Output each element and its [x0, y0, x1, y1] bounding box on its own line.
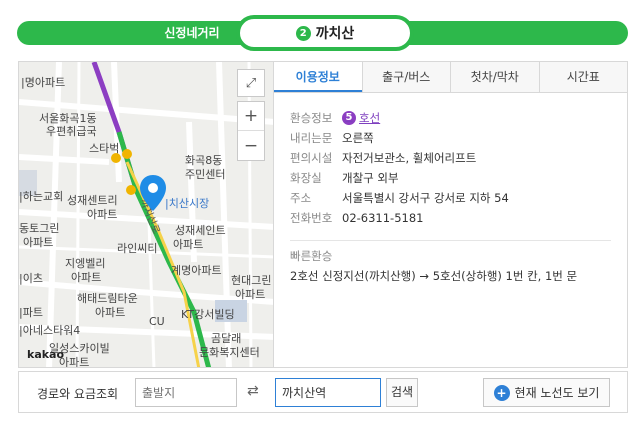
map-label-lines-city: 라인씨티: [117, 242, 158, 255]
minus-icon: −: [243, 135, 259, 156]
map-label-seongjae-1: 성재센트리: [67, 194, 118, 207]
phone-key: 전화번호: [290, 211, 333, 225]
swap-arrows-icon[interactable]: ⇄: [247, 383, 259, 399]
station-info-panel: 이용정보 출구/버스 첫차/막차 시간표 환승정보 5 호선 내리는문 오른쪽 …: [274, 61, 628, 368]
zoom-out-button[interactable]: −: [238, 131, 264, 160]
facility-value: 자전거보관소, 휠체어리프트: [342, 151, 477, 165]
info-tabs: 이용정보 출구/버스 첫차/막차 시간표: [274, 62, 627, 93]
info-row-phone: 전화번호 02-6311-5181: [290, 208, 509, 228]
current-station-name: 까치산: [315, 26, 355, 42]
map-label-dongtown-1: 동토그린: [19, 222, 60, 235]
map-label-haedam-1: 해태드림타운: [77, 292, 138, 305]
phone-value: 02-6311-5181: [342, 211, 424, 225]
info-row-facility: 편의시설 자전거보관소, 휠체어리프트: [290, 148, 509, 168]
map-label-cu: CU: [149, 315, 165, 328]
route-search-bar: 경로와 요금조회 ⇄ 검색 + 현재 노선도 보기: [18, 371, 628, 413]
map-zoom-controls: + −: [237, 101, 265, 161]
map-label-seongjae-2: 아파트: [87, 208, 118, 221]
view-route-map-label: 현재 노선도 보기: [514, 386, 600, 400]
line-2-badge: 2: [295, 25, 311, 41]
map-label-apt1: |명아파트: [21, 76, 66, 89]
info-row-transfer: 환승정보 5 호선: [290, 108, 509, 128]
map-label-golden-2: 문화복지센터: [199, 346, 260, 359]
info-row-restroom: 화장실 개찰구 외부: [290, 168, 509, 188]
map-fullscreen-button[interactable]: ⤢: [237, 69, 265, 97]
search-button[interactable]: 검색: [386, 378, 418, 407]
info-list: 환승정보 5 호선 내리는문 오른쪽 편의시설 자전거보관소, 휠체어리프트 화…: [290, 108, 509, 228]
door-value: 오른쪽: [342, 131, 374, 145]
station-map[interactable]: |명아파트 서울화곡1동 우편취급국 스타벅 |하는교회 성재센트리 아파트 |…: [18, 61, 274, 368]
map-label-hotel: |이츠: [19, 272, 43, 285]
map-label-post-office-2: 우편취급국: [46, 125, 97, 138]
destination-input[interactable]: [275, 378, 381, 407]
view-route-map-button[interactable]: + 현재 노선도 보기: [483, 378, 610, 407]
map-label-kt: KT강서빌딩: [181, 308, 235, 321]
map-label-gyemyeong: 계명아파트: [171, 264, 222, 277]
tab-first-last-train[interactable]: 첫차/막차: [450, 62, 539, 92]
prev-station-link[interactable]: 신정네거리: [137, 21, 247, 45]
tab-exit-bus[interactable]: 출구/버스: [361, 62, 450, 92]
restroom-value: 개찰구 외부: [342, 171, 399, 185]
route-search-label: 경로와 요금조회: [37, 387, 119, 401]
map-label-church: |하는교회: [19, 190, 64, 203]
address-value: 서울특별시 강서구 강서로 지하 54: [342, 191, 509, 205]
address-key: 주소: [290, 191, 312, 205]
quick-transfer-title: 빠른환승: [290, 249, 333, 263]
map-label-dongtown-2: 아파트: [23, 236, 54, 249]
facility-key: 편의시설: [290, 151, 333, 165]
transfer-line-link[interactable]: 5 호선: [342, 108, 380, 128]
zoom-in-button[interactable]: +: [238, 102, 264, 131]
map-label-anes: |아네스타워4: [19, 324, 81, 337]
door-key: 내리는문: [290, 131, 333, 145]
map-label-station: |치산시장: [165, 197, 210, 210]
current-station-pill: 2 까치산: [236, 15, 414, 51]
map-label-seongjaecentre-2: 아파트: [173, 238, 204, 251]
tab-usage-info[interactable]: 이용정보: [274, 62, 362, 92]
map-label-starbucks: 스타벅: [89, 142, 120, 155]
transfer-key: 환승정보: [290, 111, 333, 125]
map-label-hyundai-2: 아파트: [235, 288, 266, 301]
info-row-door: 내리는문 오른쪽: [290, 128, 509, 148]
tab-timetable[interactable]: 시간표: [538, 62, 627, 92]
info-row-address: 주소 서울특별시 강서구 강서로 지하 54: [290, 188, 509, 208]
expand-icon: ⤢: [245, 75, 257, 91]
info-divider: [290, 240, 611, 241]
quick-transfer-text: 2호선 신정지선(까치산행) → 5호선(상하행) 1번 칸, 1번 문: [290, 269, 578, 283]
departure-input[interactable]: [135, 378, 237, 407]
transfer-line-label: 호선: [359, 111, 381, 125]
kakao-logo: kakao: [27, 348, 65, 361]
map-label-hyundai-1: 현대그린: [231, 274, 272, 287]
map-label-community-2: 주민센터: [185, 168, 226, 181]
map-label-jiyeong-2: 아파트: [71, 271, 102, 284]
map-label-jiyeong-1: 지엥벨리: [65, 257, 106, 270]
plus-icon: +: [243, 106, 259, 126]
map-label-golden-1: 곰달래: [211, 332, 242, 345]
restroom-key: 화장실: [290, 171, 322, 185]
line-5-badge: 5: [342, 111, 356, 125]
magnifier-plus-icon: +: [493, 384, 510, 401]
map-label-seongjaecentre-1: 성재세인트: [175, 224, 226, 237]
map-label-community-1: 화곡8동: [185, 154, 223, 167]
map-label-post-office-1: 서울화곡1동: [39, 112, 97, 125]
map-label-apt-left: |파트: [19, 306, 43, 319]
map-label-haedam-2: 아파트: [95, 306, 126, 319]
station-location-pin-icon[interactable]: [139, 174, 167, 212]
